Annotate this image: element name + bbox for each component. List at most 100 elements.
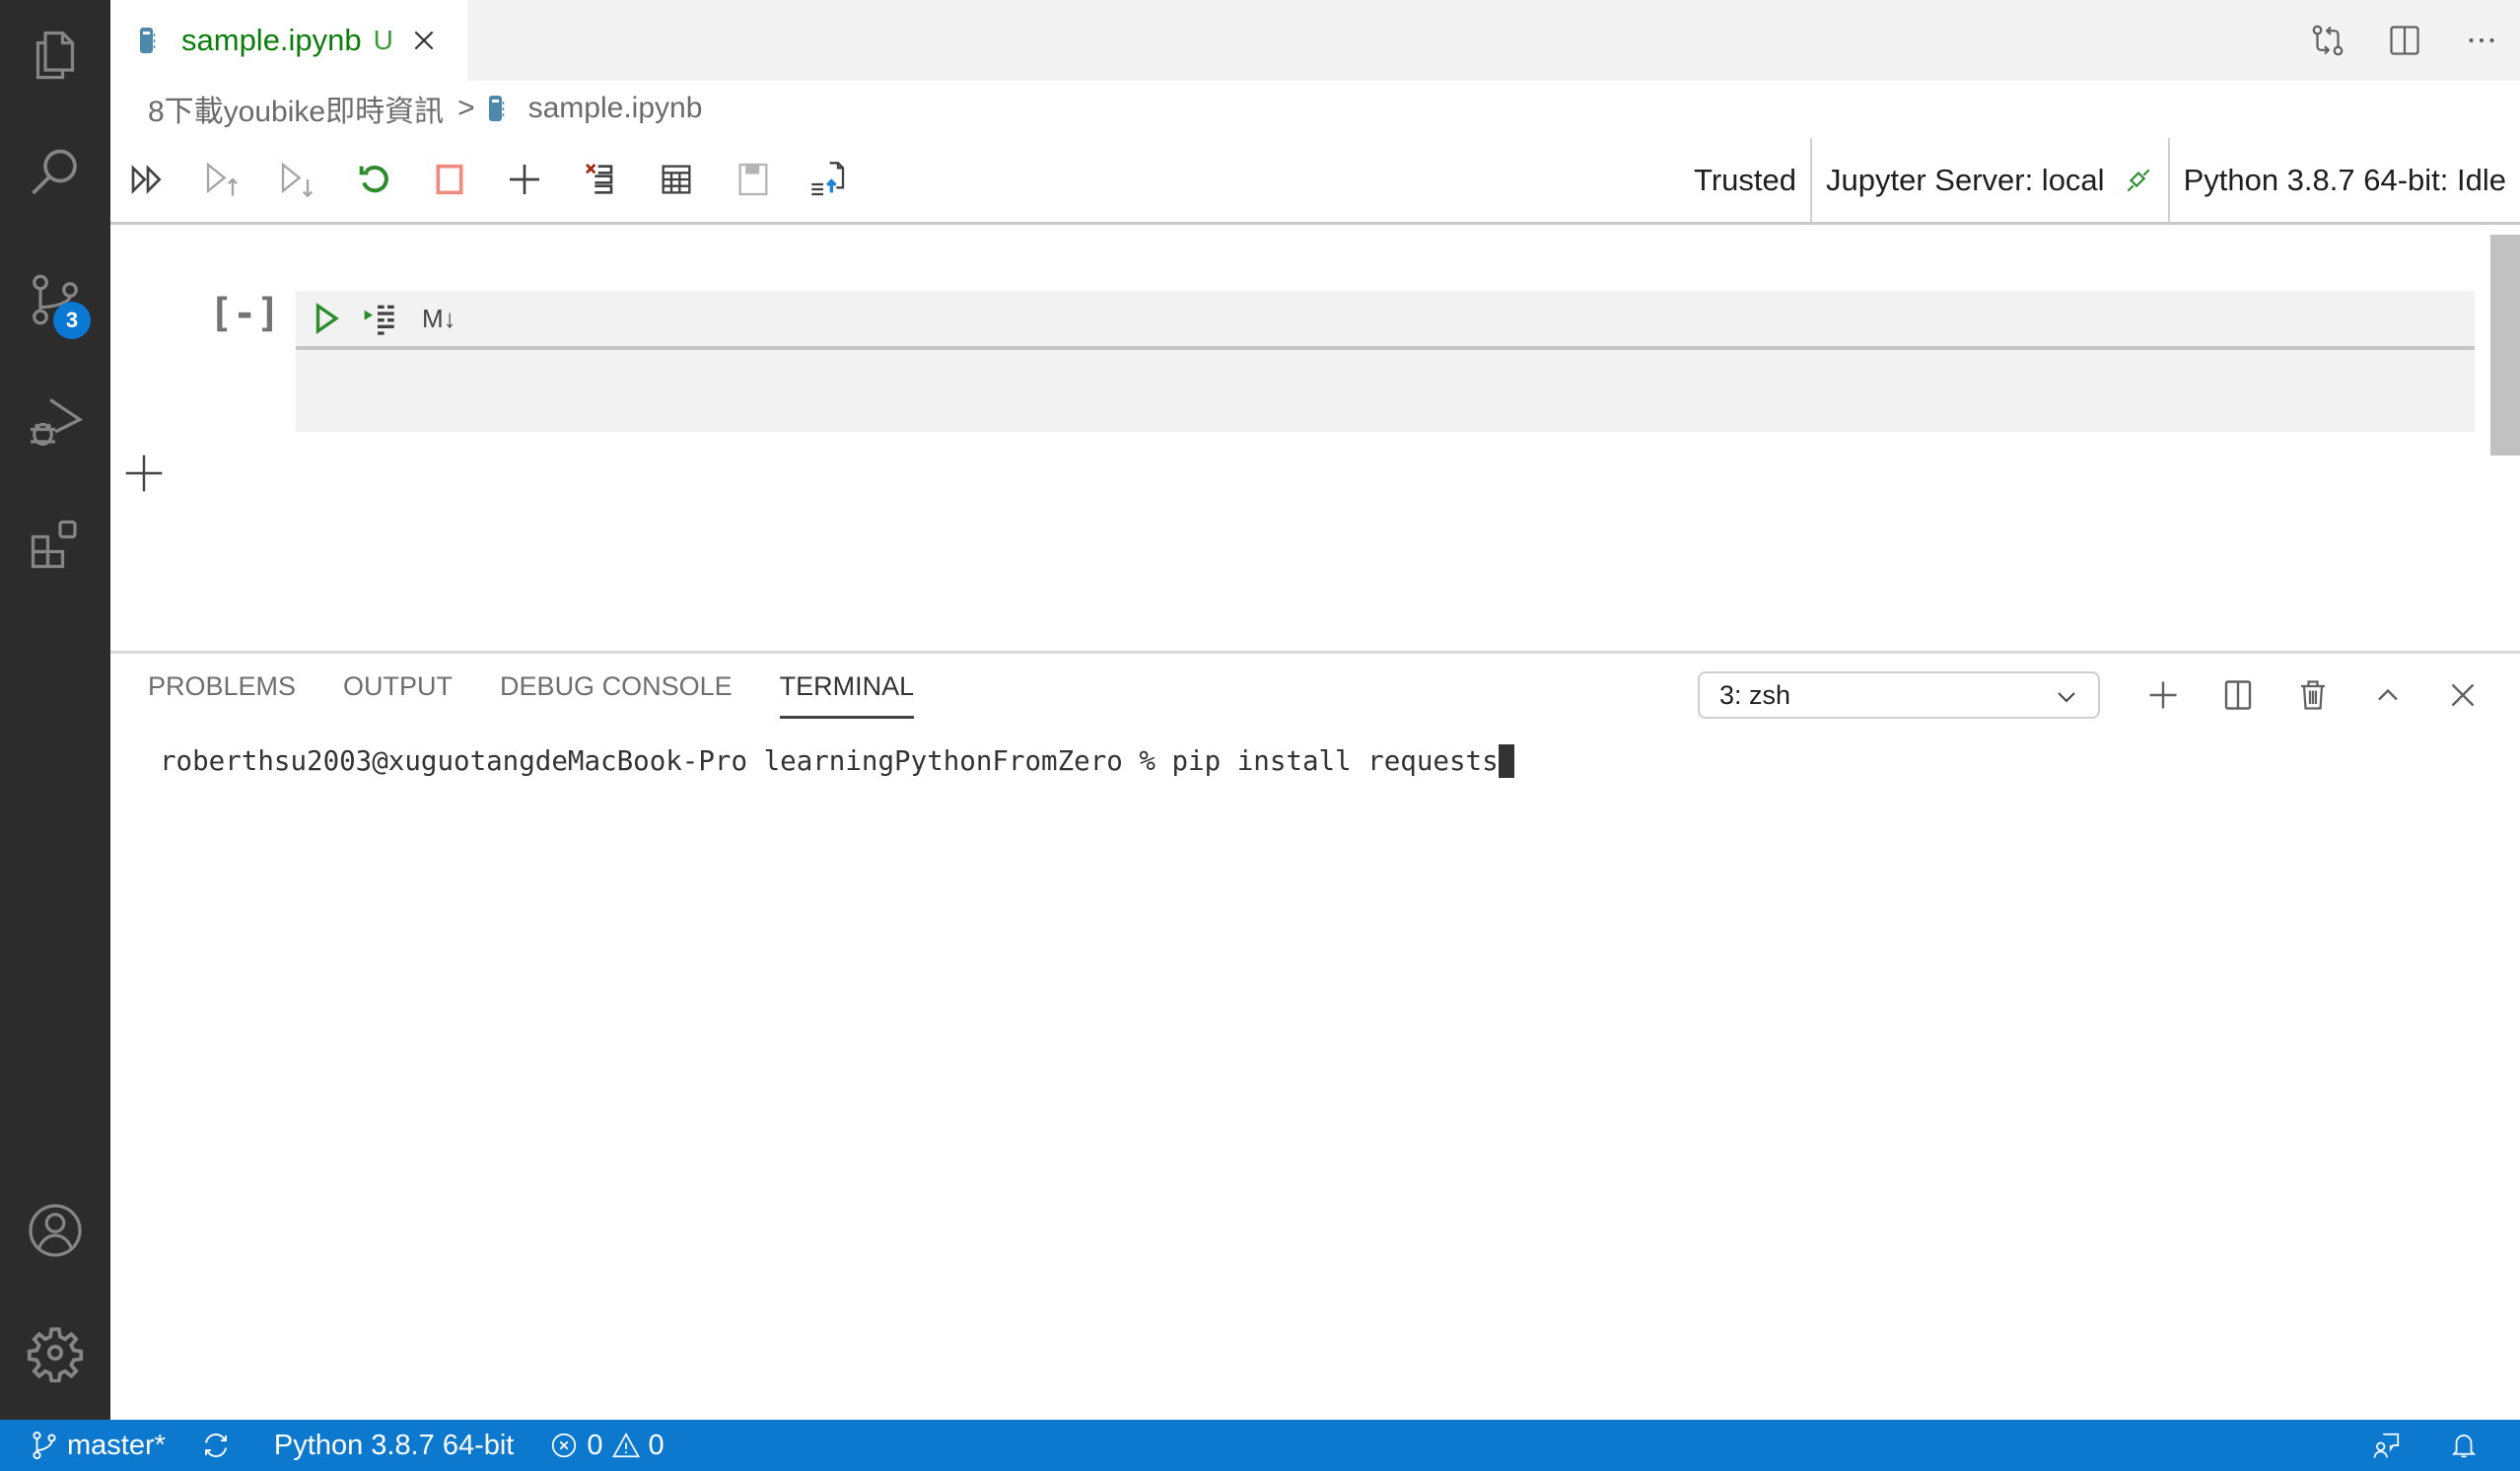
split-terminal-icon	[2224, 680, 2252, 710]
export-button[interactable]	[801, 152, 856, 207]
editor-area: sample.ipynb U 8下載youbike即時資訊 > sample.i…	[110, 0, 2520, 1420]
tab-title: sample.ipynb	[181, 23, 362, 57]
source-control-badge: 3	[53, 302, 91, 339]
run-all-icon	[131, 165, 162, 194]
trusted-label[interactable]: Trusted	[1680, 138, 1810, 223]
run-debug-icon	[31, 398, 84, 447]
interrupt-kernel-button[interactable]	[422, 152, 477, 207]
notifications-button[interactable]	[2439, 1420, 2520, 1471]
close-icon[interactable]	[411, 28, 437, 53]
notebook-scrollbar[interactable]	[2490, 235, 2520, 455]
markdown-toggle[interactable]: M↓	[422, 304, 456, 334]
sync-button[interactable]	[183, 1420, 256, 1471]
activity-manage[interactable]	[0, 1297, 110, 1408]
tab-output[interactable]: OUTPUT	[343, 671, 453, 719]
add-cell-icon	[510, 165, 539, 194]
open-changes-button[interactable]	[2289, 0, 2366, 81]
bell-icon	[2451, 1435, 2477, 1458]
feedback-button[interactable]	[2343, 1420, 2439, 1471]
bottom-panel: PROBLEMS OUTPUT DEBUG CONSOLE TERMINAL 3…	[110, 651, 2520, 1420]
activity-run-debug[interactable]	[0, 367, 110, 477]
run-cell-button[interactable]	[310, 302, 343, 335]
problems-status[interactable]: 0 0	[531, 1420, 681, 1471]
clear-outputs-icon	[586, 164, 613, 194]
close-icon	[2451, 683, 2475, 707]
jupyter-server-label: Jupyter Server: local	[1826, 163, 2105, 197]
interpreter-label: Python 3.8.7 64-bit	[273, 1429, 515, 1461]
breadcrumb-separator: >	[457, 92, 475, 124]
jupyter-server-status[interactable]: Jupyter Server: local	[1812, 138, 2168, 223]
restart-kernel-icon	[359, 166, 388, 193]
trash-icon	[2301, 680, 2325, 710]
close-panel-button[interactable]	[2435, 671, 2490, 719]
run-above-icon	[206, 162, 238, 196]
kernel-status-area: Trusted Jupyter Server: local Python 3.8…	[1680, 138, 2520, 223]
files-icon	[35, 31, 75, 80]
terminal-select-value: 3: zsh	[1719, 679, 1791, 710]
chevron-up-icon	[2378, 688, 2398, 701]
run-above-button[interactable]	[195, 152, 250, 207]
terminal-select[interactable]: 3: zsh	[1698, 671, 2100, 719]
run-all-button[interactable]	[120, 152, 175, 207]
editor-actions	[2289, 0, 2520, 81]
gear-icon	[27, 1327, 84, 1382]
activity-bar: 3	[0, 0, 110, 1420]
split-terminal-button[interactable]	[2210, 671, 2266, 719]
terminal-output[interactable]: roberthsu2003@xuguotangdeMacBook-Pro lea…	[160, 744, 1514, 778]
git-branch-status[interactable]: master*	[0, 1420, 183, 1471]
variables-button[interactable]	[649, 152, 704, 207]
tab-problems[interactable]: PROBLEMS	[148, 671, 296, 719]
restart-kernel-button[interactable]	[347, 152, 402, 207]
notebook-toolbar: Trusted Jupyter Server: local Python 3.8…	[110, 138, 2520, 225]
warning-count: 0	[648, 1429, 665, 1461]
add-cell-button[interactable]	[497, 152, 552, 207]
run-by-line-button[interactable]	[363, 299, 402, 338]
save-icon	[738, 163, 768, 196]
cell-editor[interactable]	[296, 350, 2475, 428]
notebook-cell[interactable]: M↓	[296, 291, 2475, 432]
tab-terminal[interactable]: TERMINAL	[779, 671, 915, 719]
split-editor-icon	[2390, 26, 2419, 55]
activity-source-control[interactable]: 3	[0, 245, 110, 355]
maximize-panel-button[interactable]	[2360, 671, 2415, 719]
notebook-icon	[488, 96, 504, 121]
cell-toolbar: M↓	[296, 291, 2475, 350]
save-button[interactable]	[726, 152, 781, 207]
search-icon	[32, 149, 77, 195]
branch-name: master*	[67, 1429, 166, 1461]
notebook-icon	[140, 28, 156, 53]
open-changes-icon	[2312, 25, 2344, 56]
activity-search[interactable]	[0, 118, 110, 229]
run-below-button[interactable]	[270, 152, 325, 207]
chevron-down-icon	[2058, 692, 2075, 703]
export-icon	[811, 162, 845, 196]
kernel-label[interactable]: Python 3.8.7 64-bit: Idle	[2170, 138, 2520, 223]
activity-explorer[interactable]	[0, 0, 110, 110]
terminal-cursor	[1498, 744, 1514, 778]
activity-accounts[interactable]	[0, 1175, 110, 1286]
new-terminal-button[interactable]	[2135, 671, 2191, 719]
more-actions-icon	[2469, 37, 2494, 43]
activity-extensions[interactable]	[0, 489, 110, 599]
untracked-indicator: U	[373, 25, 393, 55]
feedback-icon	[2373, 1433, 2400, 1458]
tab-sample-ipynb[interactable]: sample.ipynb U	[110, 0, 467, 81]
plug-icon	[2127, 169, 2149, 192]
breadcrumb: 8下載youbike即時資訊 > sample.ipynb	[148, 81, 702, 136]
tab-debug-console[interactable]: DEBUG CONSOLE	[500, 671, 733, 719]
account-icon	[29, 1204, 82, 1257]
panel-tabs: PROBLEMS OUTPUT DEBUG CONSOLE TERMINAL	[148, 671, 961, 719]
interrupt-kernel-icon	[436, 164, 463, 195]
add-cell-icon[interactable]	[122, 452, 166, 495]
extensions-icon	[31, 520, 77, 569]
warning-icon	[611, 1432, 640, 1458]
clear-outputs-button[interactable]	[574, 152, 629, 207]
python-interpreter-status[interactable]: Python 3.8.7 64-bit	[256, 1420, 531, 1471]
breadcrumb-file[interactable]: sample.ipynb	[528, 92, 703, 125]
status-bar-right	[2343, 1420, 2520, 1471]
more-actions-button[interactable]	[2443, 0, 2520, 81]
kill-terminal-button[interactable]	[2285, 671, 2341, 719]
split-editor-button[interactable]	[2366, 0, 2443, 81]
run-cell-icon	[315, 303, 339, 334]
breadcrumb-folder[interactable]: 8下載youbike即時資訊	[148, 87, 444, 130]
